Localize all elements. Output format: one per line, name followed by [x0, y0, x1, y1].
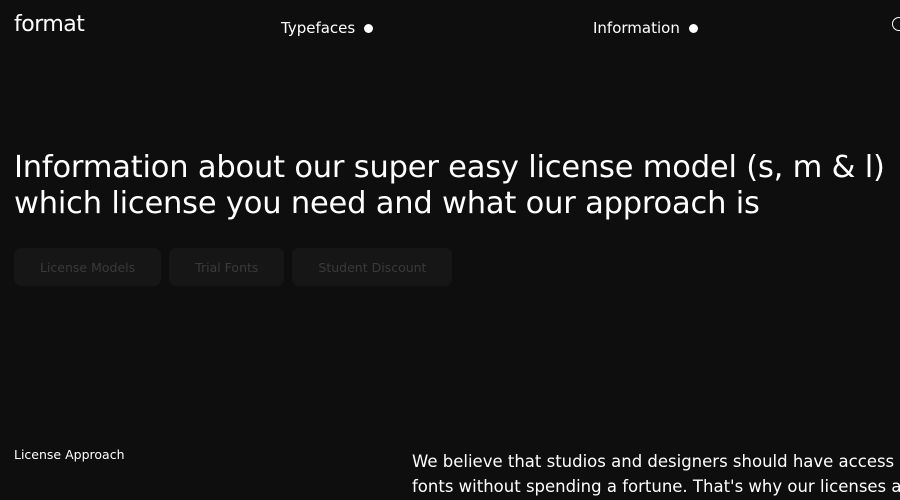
section-tabs: License Models Trial Fonts Student Disco…	[14, 248, 453, 286]
tab-student-discount[interactable]: Student Discount	[292, 248, 453, 286]
headline-line-1: Information about our super easy license…	[14, 150, 885, 185]
page: format Typefaces Information Information…	[0, 0, 900, 500]
logo[interactable]: format	[14, 12, 85, 37]
section-body-line-2: fonts without spending a fortune. That's…	[412, 477, 900, 496]
section-body-line-1: We believe that studios and designers sh…	[412, 452, 895, 471]
nav-item-typefaces-label: Typefaces	[281, 19, 356, 37]
nav-item-information-label: Information	[593, 19, 680, 37]
tab-trial-fonts[interactable]: Trial Fonts	[169, 248, 285, 286]
tab-license-models[interactable]: License Models	[14, 248, 162, 286]
circle-icon[interactable]	[892, 17, 900, 31]
section-body: We believe that studios and designers sh…	[412, 449, 900, 499]
page-headline: Information about our super easy license…	[14, 150, 885, 222]
dot-icon	[364, 23, 374, 33]
nav-item-typefaces[interactable]: Typefaces	[281, 19, 374, 37]
headline-line-2: which license you need and what our appr…	[14, 186, 760, 221]
section-label: License Approach	[14, 447, 125, 462]
nav-item-information[interactable]: Information	[593, 19, 698, 37]
dot-icon	[688, 23, 698, 33]
